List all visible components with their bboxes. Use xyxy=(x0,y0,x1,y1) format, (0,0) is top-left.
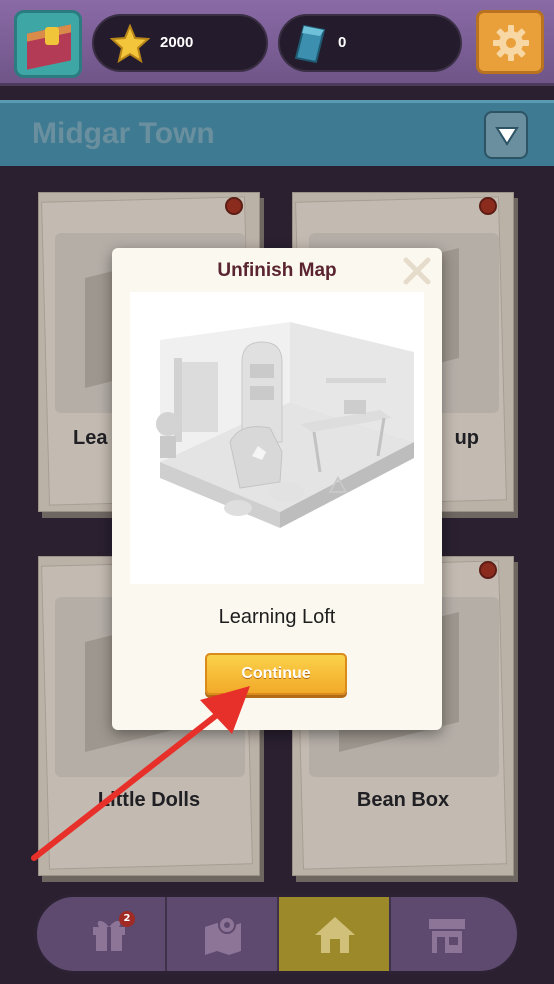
pointer-arrow-icon xyxy=(31,686,250,861)
